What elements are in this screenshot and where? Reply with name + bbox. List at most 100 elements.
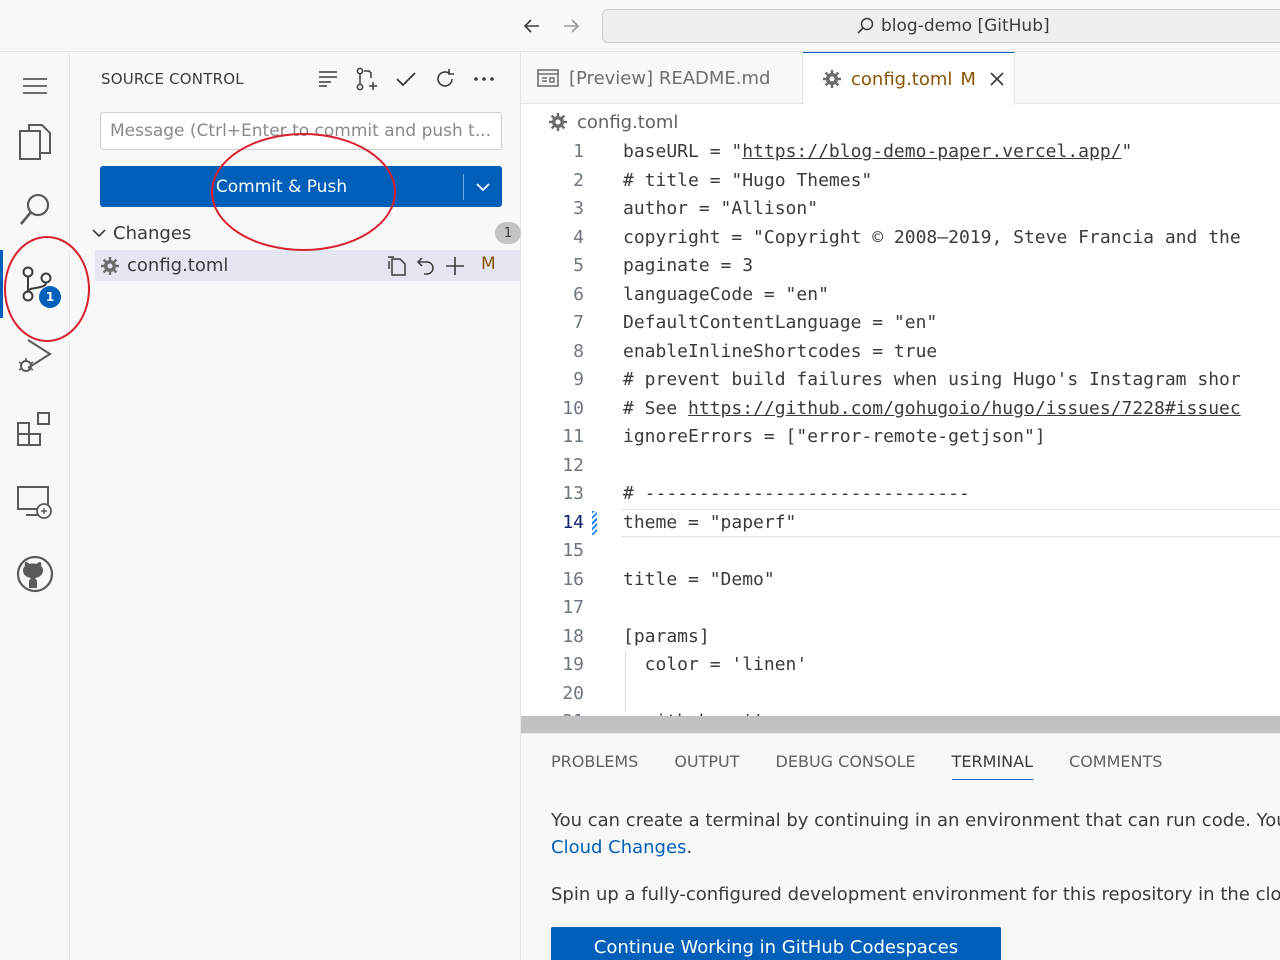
refresh-icon[interactable]	[432, 66, 458, 92]
github-icon[interactable]	[0, 540, 70, 608]
code-text: enableInlineShortcodes = true	[623, 338, 937, 366]
tab-debug-console[interactable]: DEBUG CONSOLE	[776, 752, 916, 780]
line-number: 7	[573, 312, 584, 333]
line-number: 17	[562, 597, 584, 618]
sidebar-toolbar	[315, 66, 497, 92]
code-line[interactable]: 19 color = 'linen'	[521, 651, 1280, 679]
code-line[interactable]: 20	[521, 680, 1280, 708]
code-text: # ------------------------------	[623, 480, 970, 508]
code-line[interactable]: 11 ignoreErrors = ["error-remote-getjson"…	[521, 423, 1280, 451]
tab-terminal[interactable]: TERMINAL	[951, 752, 1034, 780]
changed-file-name: config.toml	[127, 255, 229, 276]
code-text: # prevent build failures when using Hugo…	[623, 366, 1241, 394]
sidebar-title: SOURCE CONTROL	[101, 70, 244, 88]
code-line[interactable]: 10 # See https://github.com/gohugoio/hugo…	[521, 395, 1280, 423]
terminal-message-line-1: You can create a terminal by continuing …	[551, 810, 1280, 831]
code-text: # title = "Hugo Themes"	[623, 167, 872, 195]
terminal-message-line-2: Cloud Changes.	[551, 834, 692, 861]
code-link[interactable]: https://github.com/gohugoio/hugo/issues/…	[688, 398, 1241, 419]
code-line[interactable]: 9 # prevent build failures when using Hug…	[521, 366, 1280, 394]
code-line[interactable]: 15	[521, 537, 1280, 565]
code-segment: author = "Allison"	[623, 198, 819, 219]
commit-message-input[interactable]	[100, 112, 502, 150]
extensions-icon[interactable]	[0, 396, 70, 464]
code-line[interactable]: 2 # title = "Hugo Themes"	[521, 167, 1280, 195]
create-pull-request-icon[interactable]	[354, 66, 380, 92]
code-line[interactable]: 3 author = "Allison"	[521, 195, 1280, 223]
source-control-icon[interactable]: 1	[0, 250, 70, 318]
cloud-changes-period: .	[686, 837, 693, 858]
changes-group-header[interactable]: Changes 1	[91, 220, 521, 246]
command-center-search[interactable]: blog-demo [GitHub]	[602, 9, 1280, 43]
explorer-icon[interactable]	[0, 108, 70, 176]
code-line[interactable]: 6 languageCode = "en"	[521, 281, 1280, 309]
breadcrumb-file: config.toml	[577, 111, 679, 133]
tab-problems[interactable]: PROBLEMS	[551, 752, 638, 780]
code-text: author = "Allison"	[623, 195, 818, 223]
code-editor[interactable]: 1 baseURL = "https://blog-demo-paper.verc…	[521, 138, 1280, 733]
chevron-down-icon[interactable]	[464, 166, 502, 207]
tab-comments[interactable]: COMMENTS	[1069, 752, 1162, 780]
forward-arrow-icon[interactable]	[557, 12, 585, 40]
code-line[interactable]: 18 [params]	[521, 623, 1280, 651]
code-segment: paginate = 3	[623, 255, 754, 276]
gear-icon	[823, 70, 841, 88]
code-text: title = "Demo"	[623, 566, 775, 594]
bottom-panel: PROBLEMS OUTPUT DEBUG CONSOLE TERMINAL C…	[521, 733, 1280, 960]
code-text: DefaultContentLanguage = "en"	[623, 309, 937, 337]
chevron-down-icon	[91, 228, 113, 238]
code-link[interactable]: https://blog-demo-paper.vercel.app/	[742, 141, 1121, 162]
gear-icon	[101, 256, 121, 275]
code-text: paginate = 3	[623, 252, 753, 280]
discard-changes-icon[interactable]	[414, 254, 438, 278]
code-line[interactable]: 1 baseURL = "https://blog-demo-paper.verc…	[521, 138, 1280, 166]
breadcrumb[interactable]: config.toml	[549, 110, 678, 134]
code-line[interactable]: 8 enableInlineShortcodes = true	[521, 338, 1280, 366]
continue-codespaces-button[interactable]: Continue Working in GitHub Codespaces	[551, 927, 1001, 960]
code-line[interactable]: 5 paginate = 3	[521, 252, 1280, 280]
code-line[interactable]: 4 copyright = "Copyright © 2008–2019, Ste…	[521, 224, 1280, 252]
code-line[interactable]: 7 DefaultContentLanguage = "en"	[521, 309, 1280, 337]
search-view-icon[interactable]	[0, 176, 70, 244]
stage-changes-icon[interactable]	[443, 254, 467, 278]
line-number: 11	[562, 426, 584, 447]
code-segment: DefaultContentLanguage = "en"	[623, 312, 938, 333]
code-line[interactable]: 17	[521, 594, 1280, 622]
close-icon[interactable]	[990, 72, 1004, 86]
tab-config-label: config.toml	[851, 68, 953, 90]
line-number: 8	[573, 340, 584, 362]
run-debug-icon[interactable]	[0, 322, 70, 390]
tab-output[interactable]: OUTPUT	[674, 752, 739, 780]
code-segment: theme = "paperf"	[623, 511, 797, 533]
code-segment: languageCode = "en"	[623, 283, 829, 305]
code-text: # See https://github.com/gohugoio/hugo/i…	[623, 395, 1241, 423]
line-number: 15	[562, 540, 584, 561]
commit-push-button[interactable]: Commit & Push	[100, 166, 502, 207]
back-arrow-icon[interactable]	[518, 12, 546, 40]
panel-tabs: PROBLEMS OUTPUT DEBUG CONSOLE TERMINAL C…	[551, 752, 1162, 780]
changed-file-row[interactable]: config.toml M	[95, 250, 521, 281]
code-line[interactable]: 13 # ------------------------------	[521, 480, 1280, 508]
line-number: 19	[562, 654, 584, 675]
code-segment: color = 'linen'	[623, 654, 808, 675]
code-segment: enableInlineShortcodes = true	[623, 340, 938, 362]
line-number: 14	[562, 511, 584, 533]
source-control-sidebar: SOURCE CONTROL Commit & Push Changes 1	[71, 52, 521, 960]
tab-readme-label: [Preview] README.md	[569, 67, 771, 89]
line-number: 1	[573, 141, 584, 162]
view-as-list-icon[interactable]	[315, 66, 341, 92]
commit-check-icon[interactable]	[393, 66, 419, 92]
code-line[interactable]: 14 theme = "paperf"	[521, 509, 1280, 537]
tab-readme-preview[interactable]: [Preview] README.md	[521, 52, 803, 104]
cloud-changes-link[interactable]: Cloud Changes	[551, 837, 686, 858]
code-text: ignoreErrors = ["error-remote-getjson"]	[623, 423, 1046, 451]
code-line[interactable]: 12	[521, 452, 1280, 480]
remote-explorer-icon[interactable]	[0, 468, 70, 536]
line-number: 4	[573, 226, 584, 248]
code-line[interactable]: 16 title = "Demo"	[521, 566, 1280, 594]
code-segment: [params]	[623, 625, 710, 647]
more-actions-icon[interactable]	[471, 66, 497, 92]
line-number: 16	[562, 568, 584, 590]
tab-config-toml[interactable]: config.toml M	[803, 52, 1015, 105]
open-file-icon[interactable]	[385, 254, 409, 278]
